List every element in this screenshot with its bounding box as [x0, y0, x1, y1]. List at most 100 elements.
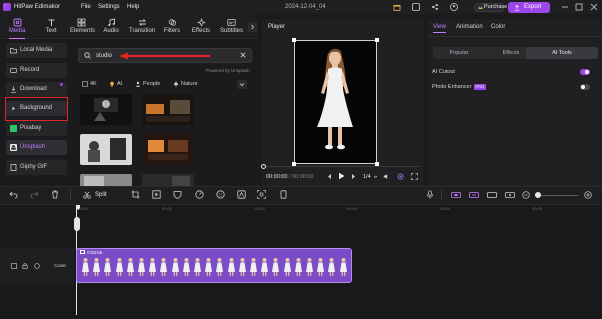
purchase-button[interactable]: Purchase	[474, 3, 507, 12]
tab-subtitles[interactable]: Subtitles	[219, 16, 244, 38]
chip-nature[interactable]: Nature	[171, 79, 205, 89]
split-icon[interactable]	[83, 191, 91, 199]
microphone-icon[interactable]	[426, 190, 434, 199]
link-icon[interactable]	[469, 192, 479, 198]
media-thumbnail[interactable]	[142, 134, 194, 165]
menu-settings[interactable]: Settings	[98, 4, 120, 10]
auto-ripple-icon[interactable]	[487, 192, 497, 198]
segment-ai-tools[interactable]: AI Tools	[526, 47, 598, 59]
snapshot-icon[interactable]	[397, 173, 404, 180]
track-lock-icon[interactable]	[22, 263, 28, 269]
toolbar-more-button[interactable]	[248, 22, 257, 32]
sidebar-item-record[interactable]: Record	[6, 63, 67, 78]
freeze-frame-icon[interactable]	[152, 190, 161, 199]
menu-file[interactable]: File	[81, 4, 91, 10]
photo-enhancer-toggle[interactable]	[580, 84, 590, 90]
crown-icon	[478, 5, 483, 10]
media-thumbnail[interactable]	[80, 134, 132, 165]
tab-filters[interactable]: Filters	[161, 16, 183, 38]
sidebar-item-giphy-gif[interactable]: Giphy GIF	[6, 160, 67, 175]
chip-4k[interactable]: 4K	[80, 79, 102, 89]
ai-cutout-toggle[interactable]	[580, 69, 590, 75]
tab-color[interactable]: Color	[491, 24, 505, 30]
resize-handle-top-right[interactable]	[375, 38, 379, 42]
redo-icon[interactable]	[30, 191, 39, 199]
time-total: 00:00:00	[292, 174, 314, 180]
sidebar-item-label: Unsplash	[20, 144, 46, 150]
menu-help[interactable]: Help	[127, 4, 139, 10]
unsplash-icon	[10, 144, 17, 151]
play-button[interactable]	[338, 172, 345, 180]
previous-frame-icon[interactable]	[326, 173, 332, 180]
sidebar-item-local-media[interactable]: Local Media	[6, 43, 67, 58]
preview-track-icon[interactable]	[505, 192, 515, 198]
zoom-out-icon[interactable]	[522, 191, 530, 199]
zoom-slider-handle[interactable]	[535, 192, 541, 198]
tab-animation[interactable]: Animation	[456, 24, 483, 30]
next-frame-icon[interactable]	[351, 173, 357, 180]
player-progress-track[interactable]	[264, 166, 420, 167]
track-mute-icon[interactable]	[34, 263, 40, 269]
speed-icon[interactable]	[195, 190, 204, 199]
tab-media[interactable]: Media	[6, 16, 28, 38]
track-visibility-icon[interactable]	[11, 263, 17, 269]
chips-expand-button[interactable]	[237, 80, 247, 89]
tab-filters-label: Filters	[163, 28, 181, 34]
sticker-icon[interactable]	[216, 190, 225, 199]
image-icon	[82, 81, 88, 87]
segment-popular[interactable]: Popular	[433, 47, 485, 59]
user-icon[interactable]	[450, 3, 458, 11]
sidebar-item-unsplash[interactable]: Unsplash	[6, 140, 67, 155]
chip-ai[interactable]: AI	[107, 79, 127, 89]
speed-select[interactable]: 1/4	[363, 174, 371, 180]
media-thumbnail[interactable]	[142, 94, 194, 125]
undo-icon[interactable]	[9, 191, 18, 199]
player-time: 00:00:00 / 00:00:00	[266, 174, 314, 180]
record-voice-icon[interactable]	[279, 190, 288, 199]
crop-icon[interactable]	[131, 190, 140, 199]
mask-icon[interactable]	[173, 190, 182, 199]
tab-elements-label: Elements	[70, 28, 96, 34]
app-name: HitPaw Edimakor	[14, 4, 61, 10]
timeline-ruler[interactable]	[76, 205, 602, 213]
face-detect-icon[interactable]	[257, 190, 266, 199]
player-progress-handle[interactable]	[261, 164, 266, 169]
gift-icon[interactable]	[393, 3, 401, 11]
media-thumbnail[interactable]	[80, 94, 132, 125]
zoom-in-icon[interactable]	[584, 191, 592, 199]
close-icon[interactable]	[590, 3, 598, 11]
hitpaw-icon[interactable]	[412, 3, 420, 11]
tab-transition[interactable]: Transition	[129, 16, 155, 38]
search-value: studio	[96, 53, 113, 59]
volume-icon[interactable]	[383, 173, 390, 180]
tab-view[interactable]: View	[433, 24, 446, 30]
share-icon[interactable]	[431, 3, 439, 11]
player-canvas[interactable]	[294, 40, 377, 164]
minimize-icon[interactable]	[561, 3, 569, 11]
export-button[interactable]: Export	[508, 2, 550, 13]
download-icon	[11, 86, 16, 93]
tab-text[interactable]: Text	[40, 16, 62, 38]
split-button[interactable]: Split	[95, 192, 107, 198]
clip-frame-thumbnail	[82, 258, 89, 276]
ruler-tick-label: 00:01	[162, 206, 173, 211]
clear-search-icon[interactable]	[240, 52, 246, 58]
sidebar-item-label: Download	[20, 86, 47, 92]
cover-button[interactable]: Cover	[54, 263, 66, 268]
magnet-snap-icon[interactable]	[451, 192, 461, 198]
tab-effects[interactable]: Effects	[190, 16, 212, 38]
tab-elements[interactable]: Elements	[70, 16, 96, 38]
chip-people[interactable]: People	[133, 79, 165, 89]
zoom-slider-track[interactable]	[535, 195, 578, 196]
maximize-icon[interactable]	[575, 3, 583, 11]
clip-label: 0:03:66	[80, 250, 102, 255]
delete-icon[interactable]	[51, 190, 59, 199]
clip-duration: 0:03:66	[87, 250, 103, 255]
sidebar-item-download[interactable]: Download	[6, 82, 67, 97]
ai-tool-icon[interactable]	[237, 190, 246, 199]
add-track-handle[interactable]	[74, 217, 80, 231]
sidebar-item-pixabay[interactable]: Pixabay	[6, 121, 67, 136]
resize-handle-top-left[interactable]	[292, 38, 296, 42]
tab-audio[interactable]: Audio	[100, 16, 122, 38]
fullscreen-icon[interactable]	[411, 173, 418, 180]
